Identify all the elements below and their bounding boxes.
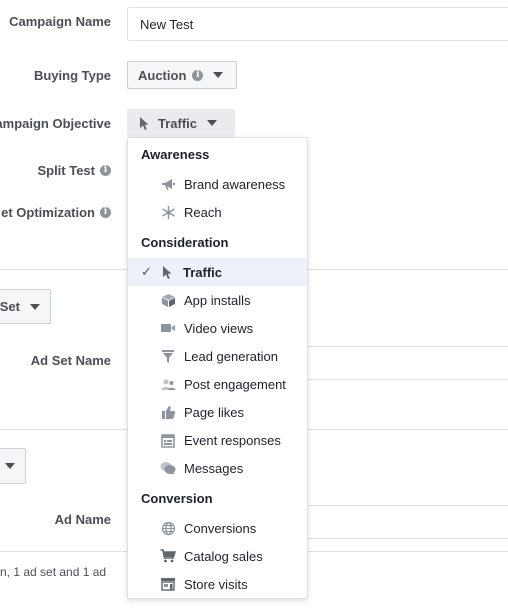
menu-item-store-visits[interactable]: Store visits	[128, 570, 307, 598]
menu-item-event-responses[interactable]: Event responses	[128, 426, 307, 454]
thumbs-up-icon	[160, 404, 176, 420]
ad-set-dropdown[interactable]: Set	[0, 289, 51, 324]
summary-text: n, 1 ad set and 1 ad	[0, 565, 107, 579]
cursor-icon	[159, 264, 175, 280]
info-icon[interactable]: i	[192, 69, 204, 81]
info-icon[interactable]: i	[100, 207, 111, 218]
box-icon	[160, 292, 176, 308]
menu-item-catalog-sales[interactable]: Catalog sales	[128, 542, 307, 570]
reach-icon	[160, 204, 176, 220]
menu-item-lead-generation[interactable]: Lead generation	[128, 342, 307, 370]
menu-item-reach[interactable]: Reach	[128, 198, 307, 226]
event-icon	[160, 432, 176, 448]
ad-set-name-label: Ad Set Name	[30, 353, 111, 368]
split-test-label: Split Test i	[37, 163, 111, 178]
info-icon[interactable]: i	[100, 165, 111, 176]
menu-item-video-views[interactable]: Video views	[128, 314, 307, 342]
campaign-objective-label: ampaign Objective	[0, 116, 111, 131]
chevron-down-icon	[30, 303, 40, 310]
cart-icon	[160, 548, 176, 564]
chevron-down-icon	[213, 72, 224, 78]
section-consideration: Consideration	[141, 235, 229, 250]
campaign-name-input[interactable]: New Test	[127, 7, 508, 41]
budget-optimization-label: et Optimization i	[1, 205, 111, 220]
menu-item-traffic[interactable]: ✓ Traffic	[128, 258, 307, 286]
campaign-name-label: Campaign Name	[9, 14, 111, 29]
menu-item-app-installs[interactable]: App installs	[128, 286, 307, 314]
section-conversion: Conversion	[141, 491, 213, 506]
campaign-objective-dropdown[interactable]: Traffic	[127, 109, 235, 137]
globe-icon	[160, 520, 176, 536]
menu-item-post-engagement[interactable]: Post engagement	[128, 370, 307, 398]
people-icon	[160, 376, 176, 392]
menu-item-page-likes[interactable]: Page likes	[128, 398, 307, 426]
funnel-icon	[160, 348, 176, 364]
objective-menu: Awareness Brand awareness Reach Consider…	[127, 137, 308, 599]
ad-dropdown[interactable]	[0, 448, 26, 484]
buying-type-dropdown[interactable]: Auction i	[127, 61, 237, 89]
ad-name-label: Ad Name	[54, 512, 111, 527]
menu-item-conversions[interactable]: Conversions	[128, 514, 307, 542]
menu-item-brand-awareness[interactable]: Brand awareness	[128, 170, 307, 198]
menu-item-messages[interactable]: Messages	[128, 454, 307, 482]
cursor-icon	[140, 116, 149, 130]
chevron-down-icon	[5, 463, 15, 469]
buying-type-label: Buying Type	[33, 68, 111, 83]
chevron-down-icon	[207, 120, 218, 126]
chat-bubbles-icon	[160, 460, 176, 476]
megaphone-icon	[160, 176, 176, 192]
section-awareness: Awareness	[141, 147, 210, 162]
checkmark-icon: ✓	[141, 264, 152, 279]
store-icon	[160, 576, 176, 592]
video-camera-icon	[160, 320, 176, 336]
